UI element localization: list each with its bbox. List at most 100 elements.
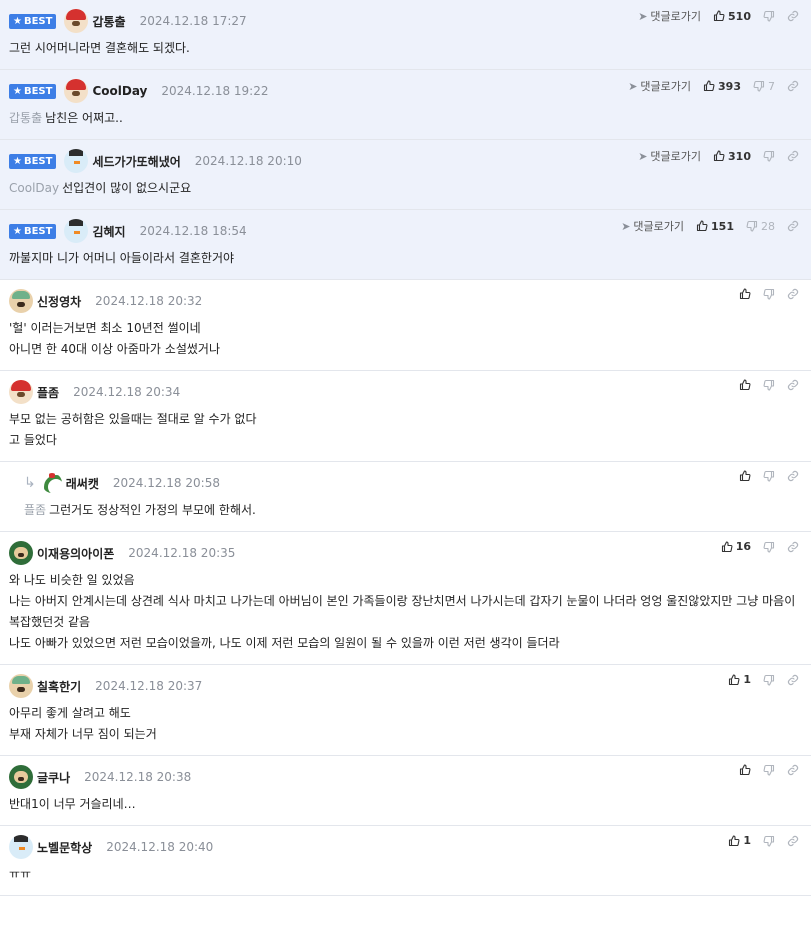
link-button[interactable] <box>787 764 799 776</box>
nickname[interactable]: 이재용의아이폰 <box>37 545 114 562</box>
link-button[interactable] <box>787 220 799 232</box>
comment-header: 글쿠나 2024.12.18 20:38 <box>9 764 803 790</box>
comment-text: 아무리 좋게 살려고 해도 <box>9 706 131 720</box>
link-button[interactable] <box>787 10 799 22</box>
comment-body: 반대1이 너무 거슬리네… <box>9 790 803 825</box>
like-button[interactable]: 510 <box>713 10 751 23</box>
comment-item: ↳ 래써캣 2024.12.18 20:58 플좀 그런거도 정상적인 가정의 부… <box>0 462 811 532</box>
star-icon: ★ <box>13 15 22 27</box>
nickname[interactable]: 세드가가또해냈어 <box>92 153 180 170</box>
like-button[interactable] <box>739 288 751 300</box>
like-button[interactable] <box>739 379 751 391</box>
dislike-button[interactable] <box>763 288 775 300</box>
avatar[interactable] <box>9 765 33 789</box>
mention-nick[interactable]: CoolDay <box>9 181 59 195</box>
goto-comment-link[interactable]: ➤ 댓글로가기 <box>621 218 684 234</box>
dislike-button[interactable]: 7 <box>753 80 775 93</box>
like-button[interactable] <box>739 764 751 776</box>
comment-item: 칠혹한기 2024.12.18 20:37 아무리 좋게 살려고 해도 부재 자체… <box>0 665 811 756</box>
goto-comment-link[interactable]: ➤ 댓글로가기 <box>638 148 701 164</box>
like-button[interactable] <box>739 470 751 482</box>
avatar[interactable] <box>64 219 89 243</box>
comment-body: 부모 없는 공허함은 있을때는 절대로 알 수가 없다 고 들었다 <box>9 405 803 461</box>
comment-text: 선입견이 많이 없으시군요 <box>62 181 192 195</box>
comment-text: 고 들었다 <box>9 433 57 447</box>
link-icon <box>787 470 799 482</box>
comment-header: ↳ 래써캣 2024.12.18 20:58 <box>24 470 803 496</box>
dislike-button[interactable] <box>763 150 775 162</box>
thumbs-up-icon <box>713 10 725 22</box>
comment-actions <box>727 764 799 776</box>
avatar[interactable] <box>9 541 33 565</box>
thumbs-up-icon <box>729 673 740 685</box>
dislike-button[interactable] <box>763 674 775 686</box>
like-button[interactable]: 393 <box>703 80 741 93</box>
avatar[interactable] <box>9 289 33 313</box>
link-button[interactable] <box>787 379 799 391</box>
avatar[interactable] <box>41 473 62 493</box>
link-button[interactable] <box>787 470 799 482</box>
nickname[interactable]: 글쿠나 <box>37 769 70 786</box>
mention-nick[interactable]: 갑통출 <box>9 111 42 125</box>
comment-date: 2024.12.18 20:34 <box>73 385 181 399</box>
avatar[interactable] <box>64 149 89 173</box>
goto-comment-link[interactable]: ➤ 댓글로가기 <box>628 78 691 94</box>
avatar[interactable] <box>9 380 33 404</box>
nickname[interactable]: 신정영차 <box>37 293 81 310</box>
comment-item: ★ BEST CoolDay 2024.12.18 19:22 갑통출 남친은 어쩌… <box>0 70 811 140</box>
avatar[interactable] <box>64 79 89 103</box>
like-button[interactable]: 310 <box>713 150 751 163</box>
comment-date: 2024.12.18 20:10 <box>194 154 302 168</box>
nickname[interactable]: 칠혹한기 <box>37 678 81 695</box>
thumbs-down-icon <box>763 764 775 776</box>
goto-label: 댓글로가기 <box>640 80 692 93</box>
nickname[interactable]: 플좀 <box>37 384 59 401</box>
avatar[interactable] <box>64 9 89 33</box>
dislike-button[interactable] <box>763 10 775 22</box>
like-count: 393 <box>718 79 741 93</box>
dislike-button[interactable] <box>763 470 775 482</box>
comment-line: 부재 자체가 너무 짐이 되는거 <box>9 724 803 745</box>
goto-label: 댓글로가기 <box>633 220 685 233</box>
link-button[interactable] <box>787 150 799 162</box>
link-button[interactable] <box>787 288 799 300</box>
comment-item: 이재용의아이폰 2024.12.18 20:35 와 나도 비슷한 일 있었음 나… <box>0 532 811 665</box>
avatar[interactable] <box>9 835 33 859</box>
nickname[interactable]: 노벨문학상 <box>37 839 92 856</box>
comment-line: 아니면 한 40대 이상 아줌마가 소설썼거나 <box>9 339 803 360</box>
dislike-button[interactable] <box>763 835 775 847</box>
link-button[interactable] <box>787 835 799 847</box>
comment-text: 남친은 어쩌고.. <box>45 111 123 125</box>
nickname[interactable]: 래써캣 <box>66 475 99 492</box>
like-count: 510 <box>728 9 751 23</box>
nickname[interactable]: 김혜지 <box>92 223 125 240</box>
dislike-button[interactable] <box>763 764 775 776</box>
link-button[interactable] <box>787 541 799 553</box>
link-button[interactable] <box>787 674 799 686</box>
dislike-button[interactable]: 28 <box>746 220 775 233</box>
comment-actions: ➤ 댓글로가기 310 <box>626 148 799 164</box>
thumbs-down-icon <box>763 470 775 482</box>
thumbs-down-icon <box>753 80 765 92</box>
like-button[interactable]: 151 <box>696 220 734 233</box>
dislike-button[interactable] <box>763 379 775 391</box>
comment-text: ㅠㅠ <box>9 867 32 881</box>
link-button[interactable] <box>787 80 799 92</box>
thumbs-up-icon <box>739 470 751 482</box>
send-arrow-icon: ➤ <box>638 149 648 163</box>
avatar[interactable] <box>9 674 33 698</box>
comment-line: 갑통출 남친은 어쩌고.. <box>9 108 803 129</box>
like-button[interactable]: 16 <box>721 540 751 553</box>
nickname[interactable]: CoolDay <box>92 84 147 98</box>
comment-text: 그런 시어머니라면 결혼해도 되겠다. <box>9 41 190 55</box>
nickname[interactable]: 갑통출 <box>92 13 125 30</box>
star-icon: ★ <box>13 225 22 237</box>
comment-date: 2024.12.18 20:35 <box>128 546 236 560</box>
comment-actions: 1 <box>716 673 799 686</box>
mention-nick[interactable]: 플좀 <box>24 503 46 517</box>
best-label: BEST <box>23 85 53 97</box>
like-button[interactable]: 1 <box>728 673 751 686</box>
goto-comment-link[interactable]: ➤ 댓글로가기 <box>638 8 701 24</box>
dislike-button[interactable] <box>763 541 775 553</box>
like-button[interactable]: 1 <box>728 834 751 847</box>
